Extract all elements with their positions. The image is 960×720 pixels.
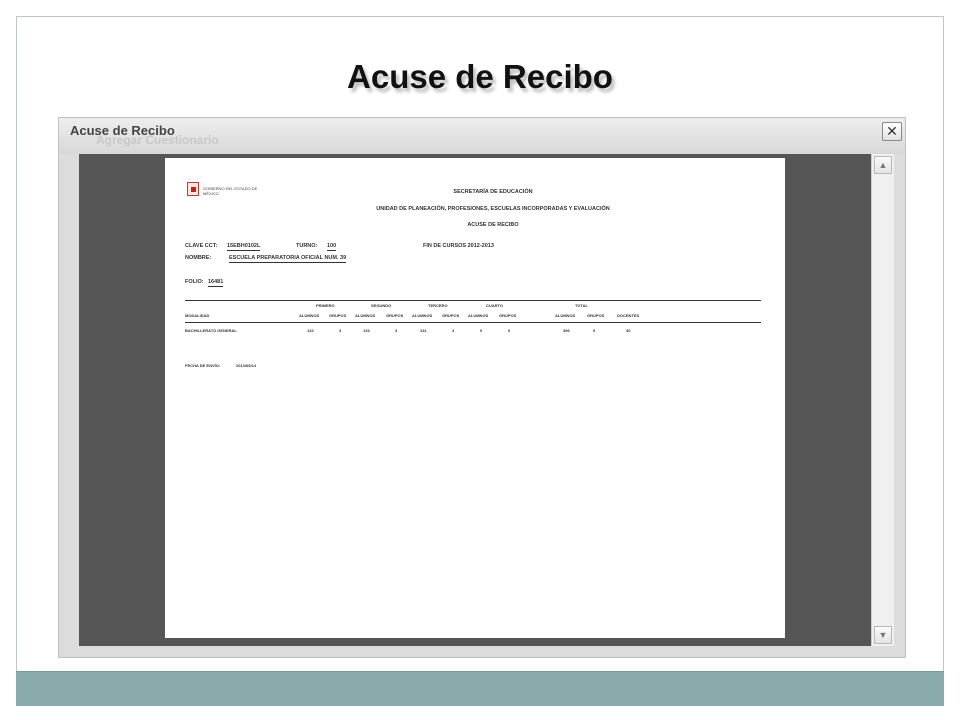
turno-value: 100 <box>327 243 337 251</box>
column-header: ALUMNOS <box>355 313 376 318</box>
table-top-rule <box>185 300 761 301</box>
clave-value: 15EBH0102L <box>227 243 261 251</box>
clave-label: CLAVE CCT: <box>185 243 218 249</box>
fin-cursos-label: FIN DE CURSOS 2012-2013 <box>423 243 494 249</box>
doc-header-acuse: ACUSE DE RECIBO <box>467 222 519 228</box>
table-cell: 131 <box>420 328 427 333</box>
column-header: GRUPOS <box>587 313 605 318</box>
table-cell: 3 <box>452 328 455 333</box>
table-cell-modalidad: BACHILLERATO GENERAL <box>185 328 237 333</box>
fecha-envio-value: 2013/05/14 <box>236 363 257 368</box>
column-header: ALUMNOS <box>412 313 433 318</box>
column-header: ALUMNOS <box>299 313 320 318</box>
slide-bottom-band <box>16 671 944 706</box>
folio-value: 16481 <box>208 279 224 287</box>
nombre-label: NOMBRE: <box>185 255 212 261</box>
folio-label: FOLIO: <box>185 279 204 285</box>
dialog-titlebar: Agregar Cuestionario Acuse de Recibo ✕ <box>59 118 905 154</box>
table-cell: 396 <box>563 328 570 333</box>
column-header: ALUMNOS <box>555 313 576 318</box>
column-header: GRUPOS <box>499 313 517 318</box>
slide-title: Acuse de Recibo <box>347 58 613 95</box>
table-cell: 30 <box>626 328 631 333</box>
document-page: GOBIERNO DEL ESTADO DE MÉXICO SECRETARÍA… <box>165 158 785 638</box>
column-header: GRUPOS <box>329 313 347 318</box>
table-header-rule <box>185 322 761 323</box>
column-header: GRUPOS <box>442 313 460 318</box>
fecha-envio-label: FECHA DE ENVÍO: <box>185 363 221 368</box>
group-header-cuarto: CUARTO <box>486 303 504 308</box>
scroll-up-icon[interactable]: ▲ <box>874 156 892 174</box>
table-cell: 3 <box>339 328 342 333</box>
dialog-title: Acuse de Recibo <box>70 123 175 138</box>
vertical-scrollbar[interactable]: ▲ ▼ <box>871 154 894 646</box>
scroll-down-icon[interactable]: ▼ <box>874 626 892 644</box>
table-cell: 0 <box>480 328 483 333</box>
group-header-segundo: SEGUNDO <box>371 303 392 308</box>
column-header: GRUPOS <box>386 313 404 318</box>
group-header-primero: PRIMERO <box>316 303 335 308</box>
doc-header-unidad: UNIDAD DE PLANEACIÓN, PROFESIONES, ESCUE… <box>376 206 610 212</box>
group-header-tercero: TERCERO <box>428 303 448 308</box>
table-cell: 132 <box>307 328 314 333</box>
close-icon[interactable]: ✕ <box>882 122 902 141</box>
turno-label: TURNO: <box>296 243 318 249</box>
table-cell: 3 <box>395 328 398 333</box>
doc-header-secretaria: SECRETARÍA DE EDUCACIÓN <box>453 189 533 195</box>
nombre-value: ESCUELA PREPARATORIA OFICIAL NUM. 39 <box>229 255 347 263</box>
column-header: ALUMNOS <box>468 313 489 318</box>
group-header-total: TOTAL <box>575 303 588 308</box>
table-cell: 133 <box>363 328 370 333</box>
column-header: MODALIDAD <box>185 313 210 318</box>
table-cell: 0 <box>508 328 511 333</box>
column-header: DOCENTES <box>617 313 640 318</box>
table-cell: 9 <box>593 328 596 333</box>
